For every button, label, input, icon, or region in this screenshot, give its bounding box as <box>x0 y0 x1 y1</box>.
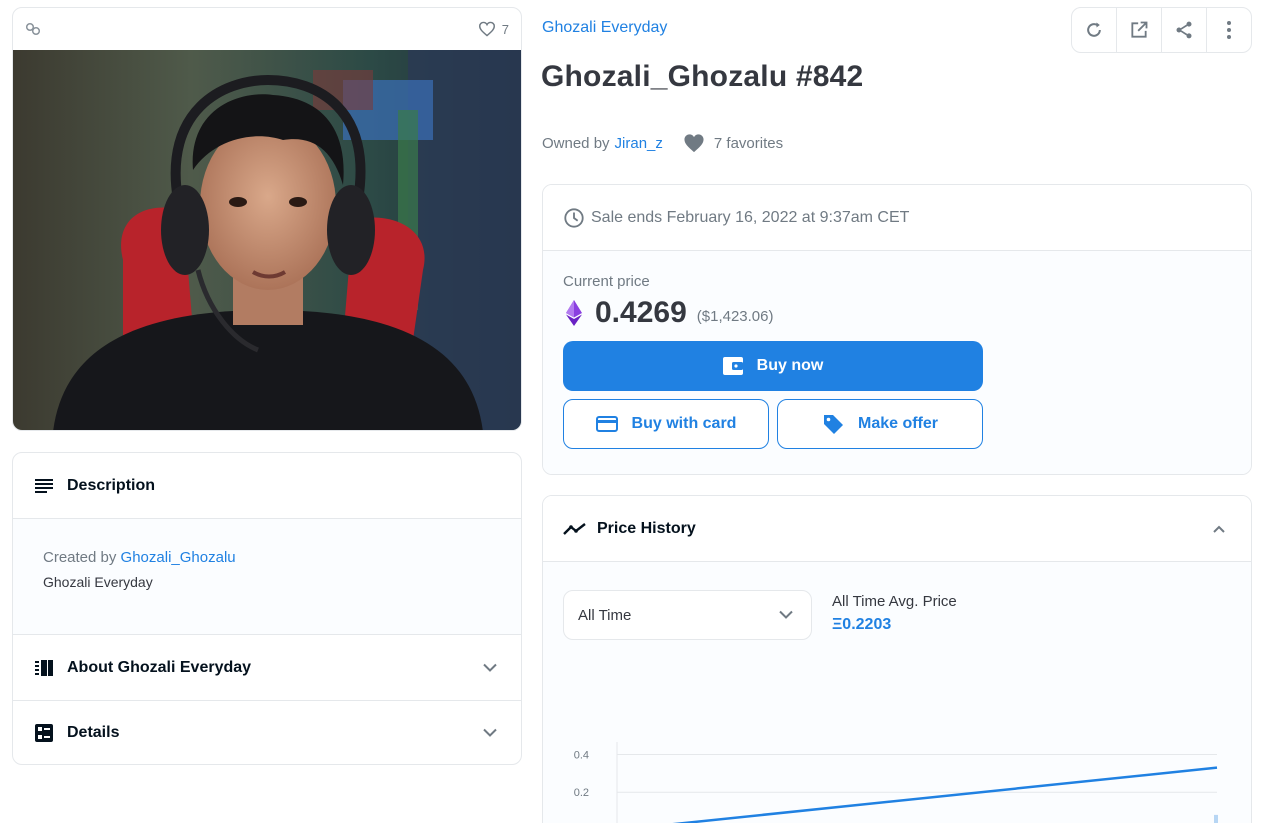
favorites-label: 7 favorites <box>713 134 784 152</box>
owned-by-prefix: Owned by <box>542 134 610 152</box>
external-link-icon <box>1131 21 1148 38</box>
avg-price-value: Ξ0.2203 <box>832 616 892 633</box>
heart-outline-icon <box>478 21 495 37</box>
avg-price-label: All Time Avg. Price <box>832 593 957 610</box>
y-tick-label: 0.2 <box>574 787 589 799</box>
y-tick-label: 0.4 <box>574 749 589 761</box>
description-title: Description <box>67 476 156 494</box>
about-collection-header[interactable]: About Ghozali Everyday <box>13 635 521 700</box>
price-line <box>672 766 1218 823</box>
details-header[interactable]: Details <box>13 700 521 764</box>
description-text: Ghozali Everyday <box>43 574 153 590</box>
creator-link[interactable]: Ghozali_Ghozalu <box>121 549 236 566</box>
details-list-icon <box>35 724 53 742</box>
created-by-prefix: Created by <box>43 549 117 566</box>
sale-ends-text: Sale ends February 16, 2022 at 9:37am CE… <box>591 208 910 226</box>
more-options-button[interactable] <box>1207 8 1251 52</box>
make-offer-button[interactable]: Make offer <box>777 399 983 449</box>
favorites-count: 7 favorites <box>683 133 783 153</box>
sale-body: Current price 0.4269 ($1,423.06) Buy now <box>543 251 1251 474</box>
chevron-down-icon <box>779 610 793 619</box>
clock-icon <box>564 207 584 228</box>
collection-link[interactable]: Ghozali Everyday <box>542 19 667 37</box>
buy-now-button[interactable]: Buy now <box>563 341 983 391</box>
sale-card: Sale ends February 16, 2022 at 9:37am CE… <box>542 184 1252 475</box>
time-range-select[interactable]: All Time <box>563 590 812 640</box>
owner-link[interactable]: Jiran_z <box>615 135 663 152</box>
tag-icon <box>823 415 843 434</box>
trend-line-icon <box>563 522 586 535</box>
credit-card-icon <box>595 416 618 432</box>
price-usd: ($1,423.06) <box>696 307 774 325</box>
time-range-value: All Time <box>578 606 632 624</box>
media-header: 7 <box>13 8 521 50</box>
heart-icon <box>684 134 704 153</box>
secondary-actions: Buy with card Make offer <box>563 399 1231 449</box>
volume-bar <box>1214 814 1218 823</box>
price-row: 0.4269 ($1,423.06) <box>563 296 1231 330</box>
created-by: Created by Ghozali_Ghozalu <box>43 549 491 566</box>
share-button[interactable] <box>1162 8 1207 52</box>
chevron-down-icon <box>483 663 497 672</box>
chevron-up-icon <box>1213 525 1225 533</box>
wallet-icon <box>722 357 743 375</box>
text-lines-icon <box>35 478 53 493</box>
external-link-button[interactable] <box>1117 8 1162 52</box>
price-value: 0.4269 <box>595 296 687 329</box>
item-toolbar <box>1071 7 1252 53</box>
description-card: Description Created by Ghozali_Ghozalu G… <box>12 452 522 765</box>
description-body: Created by Ghozali_Ghozalu Ghozali Every… <box>13 519 521 635</box>
current-price-label: Current price <box>563 273 650 290</box>
nft-media-card: 7 <box>12 7 522 431</box>
refresh-button[interactable] <box>1072 8 1117 52</box>
nft-image[interactable] <box>13 50 521 430</box>
chevron-down-icon <box>483 728 497 737</box>
buy-with-card-button[interactable]: Buy with card <box>563 399 769 449</box>
price-history-title: Price History <box>597 519 696 537</box>
more-vertical-icon <box>1227 21 1231 39</box>
collection-info-icon <box>35 659 53 676</box>
favorite-button[interactable]: 7 <box>478 21 509 37</box>
ethereum-icon <box>566 300 582 326</box>
nft-title: Ghozali_Ghozalu #842 <box>541 60 864 93</box>
buy-now-label: Buy now <box>756 357 824 374</box>
chain-icon[interactable] <box>25 21 41 37</box>
owner-row: Owned by Jiran_z 7 favorites <box>542 133 783 153</box>
sale-ends-row: Sale ends February 16, 2022 at 9:37am CE… <box>543 185 1251 251</box>
price-history-card: Price History All Time All Time Avg. Pri… <box>542 495 1252 823</box>
favorite-count: 7 <box>501 21 509 37</box>
price-history-header[interactable]: Price History <box>543 496 1251 562</box>
price-history-body: All Time All Time Avg. Price Ξ0.2203 00.… <box>543 562 1251 823</box>
make-offer-label: Make offer <box>857 415 939 432</box>
details-title: Details <box>67 724 120 741</box>
description-header[interactable]: Description <box>13 453 521 519</box>
refresh-icon <box>1087 22 1101 37</box>
share-icon <box>1176 21 1192 39</box>
price-history-chart[interactable]: 00.20.41/111/12 <box>543 742 1251 823</box>
about-collection-title: About Ghozali Everyday <box>67 658 252 676</box>
buy-with-card-label: Buy with card <box>631 415 737 432</box>
